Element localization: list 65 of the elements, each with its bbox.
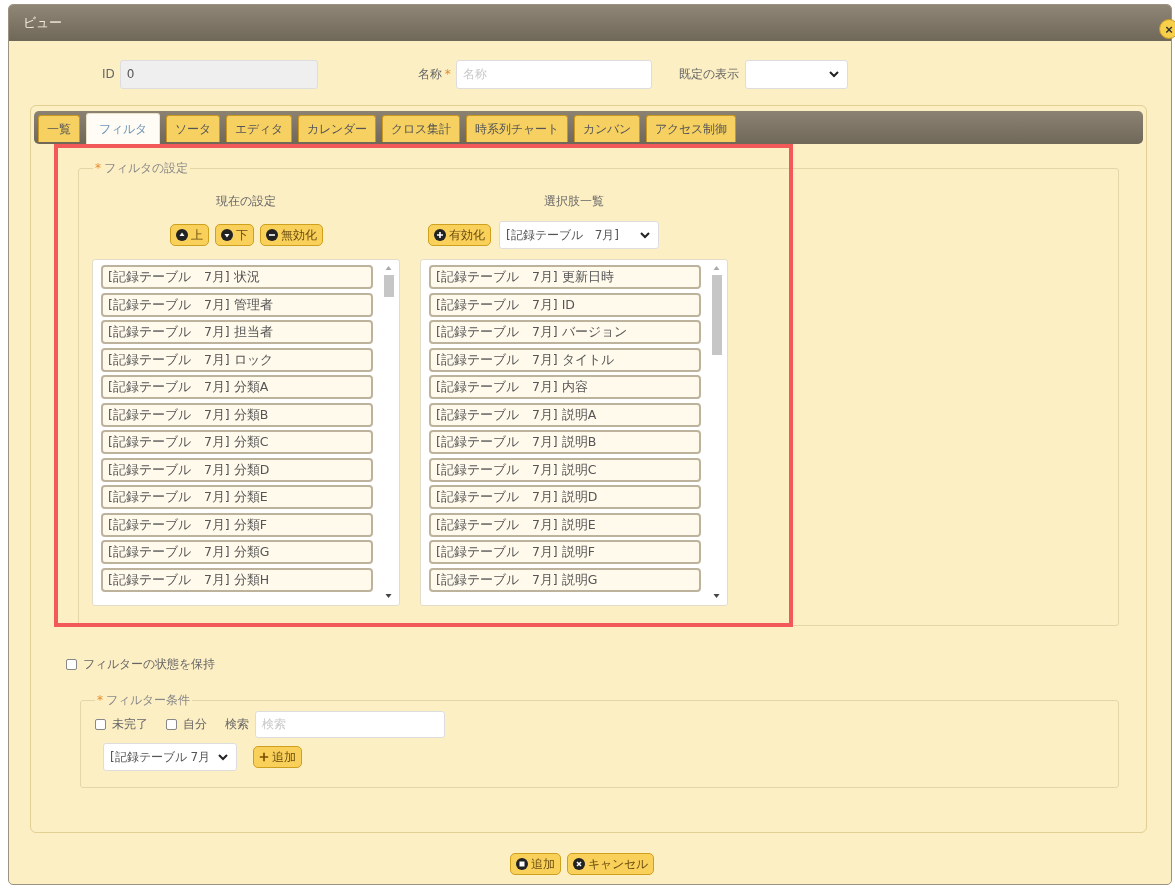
add-button[interactable]: 追加 <box>510 853 561 875</box>
column-heading: 選択肢一覧 <box>544 193 604 210</box>
close-icon <box>573 858 585 870</box>
tab[interactable]: カンバン <box>574 115 640 142</box>
list-item[interactable]: [記録テーブル 7月] タイトル <box>429 347 701 372</box>
chevron-down-icon <box>828 70 839 78</box>
list-item[interactable]: [記録テーブル 7月] 分類D <box>101 457 373 482</box>
list-item[interactable]: [記録テーブル 7月] バージョン <box>429 320 701 344</box>
column-heading: 現在の設定 <box>216 193 276 210</box>
tab[interactable]: カレンダー <box>298 115 376 142</box>
list-item[interactable]: [記録テーブル 7月] 内容 <box>429 375 701 399</box>
list-item[interactable]: [記録テーブル 7月] 分類C <box>101 430 373 454</box>
list-item[interactable]: [記録テーブル 7月] 状況 <box>101 265 373 289</box>
group-legend: * フィルター条件 <box>95 692 192 709</box>
list-item[interactable]: [記録テーブル 7月] 分類A <box>101 375 373 399</box>
add-button[interactable]: 追加 <box>253 746 302 768</box>
minus-icon <box>265 229 278 241</box>
tab[interactable]: アクセス制御 <box>646 115 736 142</box>
field-label: ID <box>102 67 115 81</box>
checkbox[interactable] <box>95 718 106 730</box>
list-item[interactable]: [記録テーブル 7月] 分類E <box>101 485 373 509</box>
window-title: ビュー <box>23 14 62 32</box>
column-select[interactable]: [記録テーブル 7月 <box>103 743 237 771</box>
tab[interactable]: ソータ <box>166 115 220 142</box>
list-item[interactable]: [記録テーブル 7月] 管理者 <box>101 292 373 317</box>
tab[interactable]: 時系列チャート <box>466 115 568 142</box>
list-item[interactable]: [記録テーブル 7月] 担当者 <box>101 320 373 344</box>
up-button[interactable]: 上 <box>169 224 209 246</box>
cancel-button[interactable]: キャンセル <box>567 853 654 875</box>
down-button[interactable]: 下 <box>214 224 254 246</box>
list-item[interactable]: [記録テーブル 7月] ID <box>429 292 701 317</box>
list-item[interactable]: [記録テーブル 7月] 分類F <box>101 512 373 537</box>
list-item[interactable]: [記録テーブル 7月] 説明C <box>429 457 701 482</box>
list-item[interactable]: [記録テーブル 7月] 説明F <box>429 540 701 564</box>
tab[interactable]: 一覧 <box>38 115 80 142</box>
chevron-down-icon <box>218 753 228 761</box>
checkbox[interactable] <box>66 658 77 670</box>
plus-icon <box>259 752 269 762</box>
checkbox-label: フィルターの状態を保持 <box>83 655 215 673</box>
square-icon <box>516 858 528 870</box>
list-item[interactable]: [記録テーブル 7月] 更新日時 <box>429 265 701 289</box>
tab[interactable]: エディタ <box>226 115 292 142</box>
checkbox-label: 未完了 <box>112 715 148 733</box>
enable-button[interactable]: 有効化 <box>428 224 491 246</box>
list-item[interactable]: [記録テーブル 7月] 説明D <box>429 485 701 509</box>
chevron-down-icon <box>640 231 650 239</box>
table-select[interactable]: [記録テーブル 7月] <box>499 221 659 249</box>
list-item[interactable]: [記録テーブル 7月] ロック <box>101 347 373 372</box>
required-mark: * <box>444 67 451 81</box>
list-item[interactable]: [記録テーブル 7月] 説明B <box>429 430 701 454</box>
field-label: 既定の表示 <box>678 65 739 83</box>
plus-icon <box>434 229 446 241</box>
list-item[interactable]: [記録テーブル 7月] 分類B <box>101 402 373 427</box>
list-item[interactable]: [記録テーブル 7月] 分類H <box>101 567 373 592</box>
field-label: 検索 <box>225 715 249 733</box>
checkbox[interactable] <box>166 718 177 730</box>
group-legend: * フィルタの設定 <box>93 160 190 177</box>
list-item[interactable]: [記録テーブル 7月] 分類G <box>101 540 373 564</box>
disable-button[interactable]: 無効化 <box>259 224 323 246</box>
list-item[interactable]: [記録テーブル 7月] 説明E <box>429 512 701 537</box>
list-item[interactable]: [記録テーブル 7月] 説明G <box>429 567 701 592</box>
tab[interactable]: クロス集計 <box>382 115 460 142</box>
checkbox-label: 自分 <box>183 715 207 733</box>
field-label: 名称 <box>417 65 442 83</box>
list-item[interactable]: [記録テーブル 7月] 説明A <box>429 402 701 427</box>
